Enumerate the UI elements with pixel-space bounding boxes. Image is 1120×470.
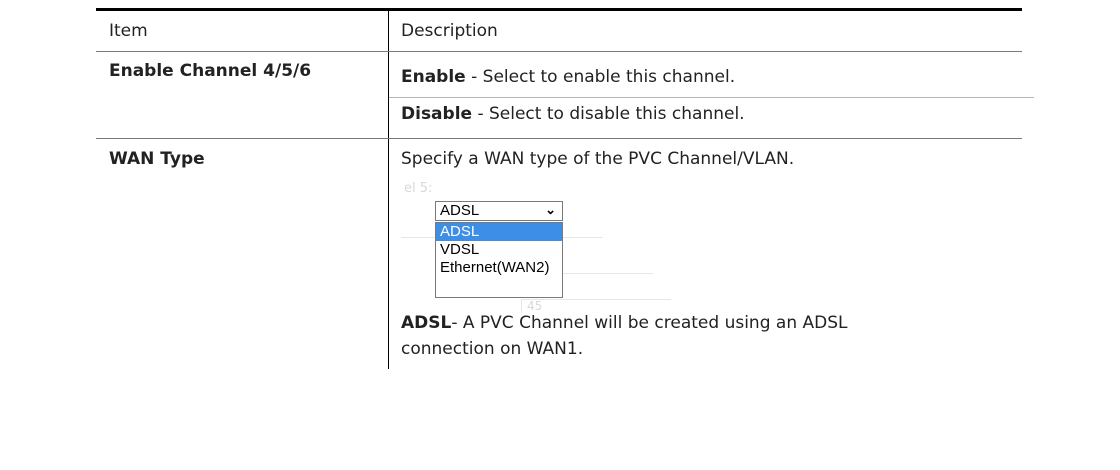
parameter-table: Item Description Enable Channel 4/5/6 En… xyxy=(96,8,1034,369)
enable-line: Enable - Select to enable this channel. xyxy=(401,61,1022,94)
ghost-line xyxy=(563,273,653,274)
term-enable: Enable xyxy=(401,67,466,87)
row-item-wan-type: WAN Type xyxy=(96,139,389,369)
header-description: Description xyxy=(401,21,498,41)
ghost-channel-label: el 5: xyxy=(404,181,433,196)
enable-text: - Select to enable this channel. xyxy=(465,67,736,87)
select-value: ADSL xyxy=(440,202,480,219)
term-adsl: ADSL xyxy=(401,313,452,333)
chevron-down-icon: ⌄ xyxy=(545,202,556,217)
row-description: Specify a WAN type of the PVC Channel/VL… xyxy=(389,139,1022,369)
ghost-line xyxy=(521,299,671,300)
wan-type-dropdown-figure: el 5: 45 ADSL ⌄ ADSL VDSL Ethernet(WAN2) xyxy=(401,177,671,313)
disable-text: - Select to disable this channel. xyxy=(472,104,745,124)
option-ethernet-wan2[interactable]: Ethernet(WAN2) xyxy=(436,259,562,277)
adsl-description: ADSL- A PVC Channel will be created usin… xyxy=(401,310,847,362)
table-row: Enable Channel 4/5/6 Enable - Select to … xyxy=(96,52,1034,139)
adsl-text-1: - A PVC Channel will be created using an… xyxy=(451,313,848,333)
option-vdsl[interactable]: VDSL xyxy=(436,241,562,259)
row-item-enable-channel: Enable Channel 4/5/6 xyxy=(96,52,389,139)
table-row: WAN Type Specify a WAN type of the PVC C… xyxy=(96,139,1022,369)
adsl-line-2: connection on WAN1. xyxy=(401,339,584,359)
table-header-row: Item Description xyxy=(96,11,1022,52)
term-disable: Disable xyxy=(401,104,473,124)
ghost-line xyxy=(401,237,435,238)
ghost-line xyxy=(563,237,603,238)
adsl-line-1: ADSL- A PVC Channel will be created usin… xyxy=(401,310,847,336)
option-adsl[interactable]: ADSL xyxy=(436,223,562,241)
wan-type-select[interactable]: ADSL ⌄ xyxy=(435,201,563,221)
header-item: Item xyxy=(96,11,389,52)
wan-type-intro: Specify a WAN type of the PVC Channel/VL… xyxy=(401,149,795,169)
wan-type-options-list: ADSL VDSL Ethernet(WAN2) xyxy=(435,222,563,298)
row-description: Enable - Select to enable this channel. … xyxy=(389,52,1034,139)
disable-line: Disable - Select to disable this channel… xyxy=(401,98,1022,131)
